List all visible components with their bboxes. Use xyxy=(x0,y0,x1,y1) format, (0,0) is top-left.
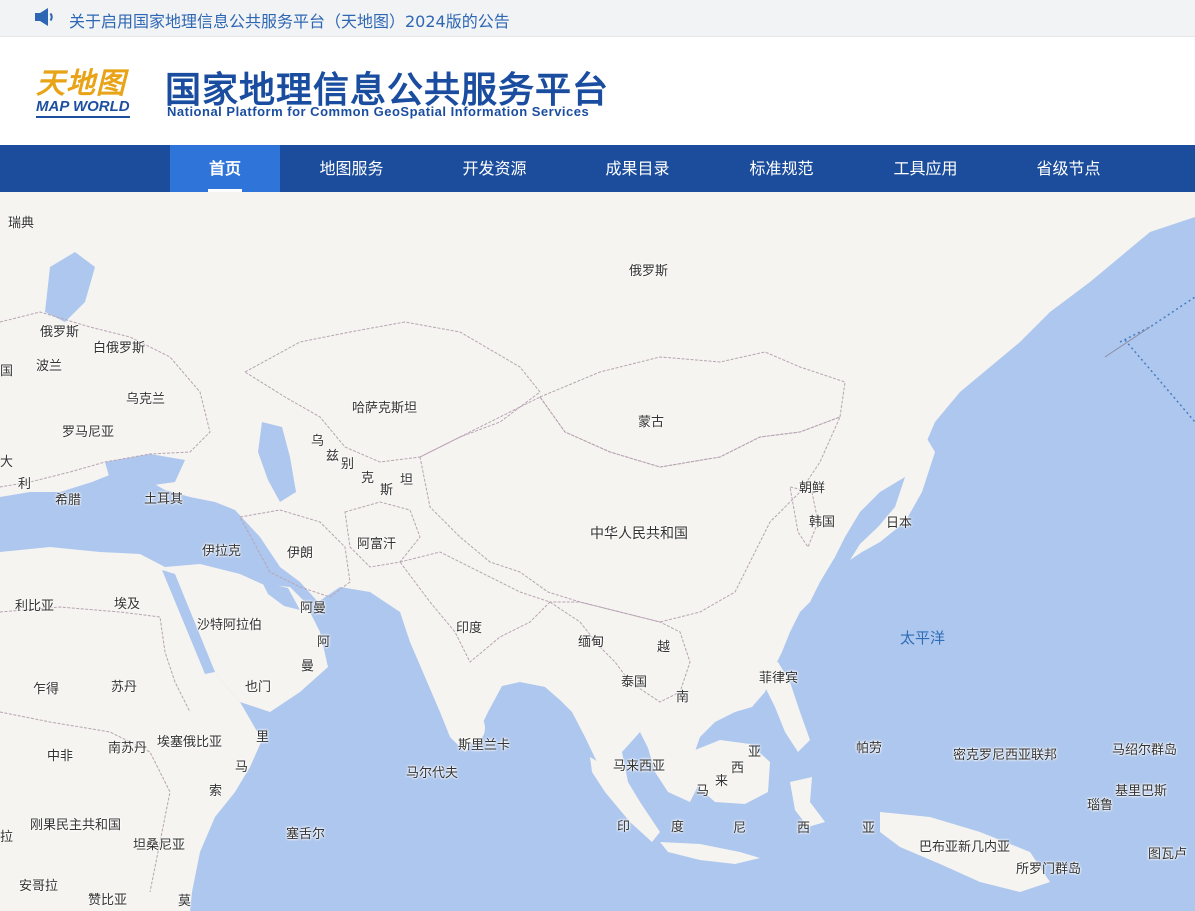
map-label-russia-west: 俄罗斯 xyxy=(40,325,80,340)
map-label-belarus: 白俄罗斯 xyxy=(93,341,146,356)
map-label-ukraine: 乌克兰 xyxy=(126,392,166,407)
map-label-indonesia-5: 亚 xyxy=(862,821,876,836)
map-label-russia: 俄罗斯 xyxy=(629,264,669,279)
map-label-malaysia-ya: 亚 xyxy=(748,745,762,760)
map-label-south-korea: 韩国 xyxy=(809,515,836,530)
map-label-malaysia-lai: 来 xyxy=(715,774,729,789)
map-label-somalia-1: 里 xyxy=(256,730,270,745)
map-label-papua-new-guinea: 巴布亚新几内亚 xyxy=(919,840,1011,855)
logo-english-text: MAP WORLD xyxy=(36,98,130,118)
map-label-palau: 帕劳 xyxy=(856,741,883,756)
map-label-oman-3: 曼 xyxy=(301,659,315,674)
nav-item-tools[interactable]: 工具应用 xyxy=(854,145,997,192)
map-label-iran: 伊朗 xyxy=(287,546,314,561)
header: 天地图 MAP WORLD 国家地理信息公共服务平台 National Plat… xyxy=(0,37,1195,145)
map-label-indonesia-2: 度 xyxy=(671,820,685,835)
map-label-saudi-arabia: 沙特阿拉伯 xyxy=(197,618,263,633)
map-label-nauru: 瑙鲁 xyxy=(1087,798,1114,813)
map-label-egypt: 埃及 xyxy=(114,597,141,612)
map-label-ethiopia: 埃塞俄比亚 xyxy=(157,735,223,750)
map-label-seychelles: 塞舌尔 xyxy=(286,827,326,842)
map-label-uzbekistan-6: 坦 xyxy=(400,473,414,488)
nav-item-dev-resources[interactable]: 开发资源 xyxy=(423,145,566,192)
map-label-india: 印度 xyxy=(456,621,483,636)
site-logo[interactable]: 天地图 MAP WORLD xyxy=(34,57,138,123)
map-label-zambia: 赞比亚 xyxy=(88,893,128,908)
map-label-north-korea: 朝鲜 xyxy=(799,481,826,496)
map-label-micronesia: 密克罗尼西亚联邦 xyxy=(953,748,1058,763)
map-label-solomon-islands: 所罗门群岛 xyxy=(1016,862,1082,877)
map-label-romania: 罗马尼亚 xyxy=(62,425,115,440)
map-label-philippines: 菲律宾 xyxy=(759,671,799,686)
landmass-java xyxy=(660,842,760,864)
map-label-malaysia-ma: 马 xyxy=(696,784,710,799)
map-label-uzbekistan-5: 斯 xyxy=(380,483,394,498)
map-label-kazakhstan: 哈萨克斯坦 xyxy=(352,401,418,416)
map-label-sweden: 瑞典 xyxy=(8,216,35,231)
map-label-fragment-da: 大 xyxy=(0,455,14,470)
notice-bar: 关于启用国家地理信息公共服务平台（天地图）2024版的公告 xyxy=(0,0,1195,37)
map-label-sudan: 苏丹 xyxy=(111,680,138,695)
speaker-icon xyxy=(35,8,53,26)
map-label-mongolia: 蒙古 xyxy=(638,415,665,430)
map-label-south-sudan: 南苏丹 xyxy=(108,741,148,756)
map-label-indonesia-1: 印 xyxy=(617,820,631,835)
date-line xyxy=(1119,296,1195,423)
map-label-tuvalu: 图瓦卢 xyxy=(1148,847,1188,862)
map-label-uzbekistan-4: 克 xyxy=(361,471,375,486)
map-label-fragment-la: 拉 xyxy=(0,830,14,845)
map-label-myanmar: 缅甸 xyxy=(578,635,605,650)
map-label-somalia-2: 马 xyxy=(235,760,249,775)
map-label-dr-congo: 刚果民主共和国 xyxy=(30,818,122,833)
nav-item-map-services[interactable]: 地图服务 xyxy=(280,145,423,192)
site-subtitle: National Platform for Common GeoSpatial … xyxy=(167,104,590,119)
island-taiwan xyxy=(767,616,781,644)
map-label-fragment-guo: 国 xyxy=(0,364,14,379)
map-label-japan: 日本 xyxy=(886,516,913,531)
map-label-oman-2: 阿 xyxy=(317,635,331,650)
map-label-greece: 希腊 xyxy=(55,493,82,508)
map-label-indonesia-4: 西 xyxy=(797,821,811,836)
map-label-mozambique: 莫 xyxy=(178,894,192,909)
map-label-china: 中华人民共和国 xyxy=(590,526,688,542)
map-label-uzbekistan-1: 乌 xyxy=(311,434,325,449)
notice-link[interactable]: 关于启用国家地理信息公共服务平台（天地图）2024版的公告 xyxy=(69,8,510,32)
logo-chinese-text: 天地图 xyxy=(36,66,127,100)
map-label-tanzania: 坦桑尼亚 xyxy=(133,838,186,853)
map-label-marshall-islands: 马绍尔群岛 xyxy=(1112,743,1178,758)
map-label-maldives: 马尔代夫 xyxy=(406,766,459,781)
map-label-vietnam-2: 南 xyxy=(676,690,690,705)
map-label-sri-lanka: 斯里兰卡 xyxy=(458,738,511,753)
map-label-malaysia: 马来西亚 xyxy=(613,759,666,774)
map-label-thailand: 泰国 xyxy=(621,675,648,690)
map-label-poland: 波兰 xyxy=(36,359,63,374)
world-map[interactable]: 俄罗斯 瑞典 俄罗斯 白俄罗斯 波兰 乌克兰 罗马尼亚 哈萨克斯坦 蒙古 乌 兹… xyxy=(0,192,1195,911)
nav-item-standards[interactable]: 标准规范 xyxy=(709,145,854,192)
map-label-indonesia-3: 尼 xyxy=(733,821,747,836)
map-label-somalia-3: 索 xyxy=(209,784,223,799)
map-label-chad: 乍得 xyxy=(33,682,60,697)
nav-item-home[interactable]: 首页 xyxy=(170,145,280,192)
map-label-malaysia-xi: 西 xyxy=(731,761,745,776)
map-label-italy-fragment: 利 xyxy=(18,477,32,492)
map-label-afghanistan: 阿富汗 xyxy=(357,537,397,552)
map-label-vietnam-1: 越 xyxy=(657,640,671,655)
map-label-yemen: 也门 xyxy=(245,680,272,695)
map-label-central-african-republic: 中非 xyxy=(47,749,74,764)
map-label-turkey: 土耳其 xyxy=(144,492,184,507)
map-label-uzbekistan-3: 别 xyxy=(341,457,355,472)
nav-item-provincial-nodes[interactable]: 省级节点 xyxy=(997,145,1140,192)
map-label-pacific-ocean: 太平洋 xyxy=(900,629,946,647)
map-label-oman: 阿曼 xyxy=(300,601,327,616)
main-nav: 首页 地图服务 开发资源 成果目录 标准规范 工具应用 省级节点 xyxy=(0,145,1195,192)
map-label-angola: 安哥拉 xyxy=(19,879,59,894)
map-canvas[interactable] xyxy=(0,192,1195,911)
mediterranean-sea xyxy=(0,504,165,544)
map-label-iraq: 伊拉克 xyxy=(202,544,242,559)
map-label-kiribati: 基里巴斯 xyxy=(1115,784,1168,799)
date-line-segment xyxy=(1104,326,1151,358)
nav-item-catalog[interactable]: 成果目录 xyxy=(566,145,709,192)
map-label-uzbekistan-2: 兹 xyxy=(326,449,340,464)
map-label-libya: 利比亚 xyxy=(15,599,55,614)
